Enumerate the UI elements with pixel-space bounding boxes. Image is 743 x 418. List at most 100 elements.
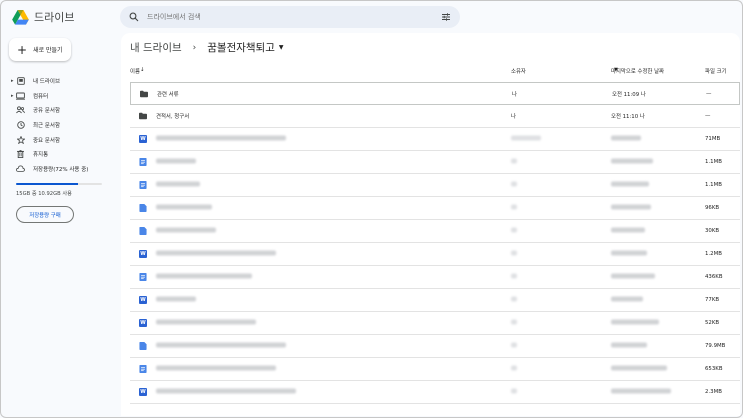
sidebar-item-label: 컴퓨터 — [33, 93, 49, 100]
file-row[interactable]: 96KB — [130, 197, 740, 220]
drive-logo-icon — [12, 9, 29, 25]
redacted-text — [611, 273, 655, 279]
redacted-text — [611, 135, 641, 141]
sidebar-item-computers[interactable]: ▸ 컴퓨터 — [11, 89, 119, 104]
cell-size: 1.2MB — [705, 251, 722, 257]
file-list: 관련 서류 나 오전 11:09 나 — 견적서, 청구서 나 오전 11:10 나 — W 71… — [130, 82, 740, 404]
google-docs-icon — [139, 181, 147, 189]
redacted-text — [156, 227, 216, 233]
cell-owner: 나 — [512, 91, 517, 98]
search-bar[interactable] — [120, 6, 460, 28]
cell-name — [156, 227, 216, 235]
word-file-icon: W — [139, 135, 147, 143]
google-docs-icon — [139, 365, 147, 373]
file-row[interactable]: W 1.2MB — [130, 243, 740, 266]
sidebar-item-label: 저장용량(72% 사용 중) — [33, 166, 89, 173]
file-row[interactable]: 1.1MB — [130, 174, 740, 197]
buy-storage-button[interactable]: 저장용량 구매 — [16, 206, 74, 223]
cell-name: 견적서, 청구서 — [156, 114, 190, 120]
cell-name: 관련 서류 — [157, 91, 179, 98]
cell-owner — [511, 388, 517, 396]
file-row[interactable]: W 71MB — [130, 128, 740, 151]
drive-window: 드라이브 + 새로 만들기 ▸ 내 드라이브 ▸ — [0, 0, 743, 418]
cell-name — [156, 296, 196, 304]
redacted-text — [156, 250, 276, 256]
computer-icon — [16, 91, 25, 100]
cell-name — [156, 319, 256, 327]
sort-arrow-icon[interactable]: ↓ — [140, 67, 145, 73]
redacted-text — [156, 273, 252, 279]
sidebar-item-trash[interactable]: 휴지통 — [11, 147, 119, 162]
shared-icon — [16, 106, 25, 115]
file-row[interactable]: W 52KB — [130, 312, 740, 335]
sort-caret-icon[interactable]: ▼ — [614, 67, 618, 73]
storage-usage-text: 15GB 중 10.92GB 사용 — [16, 191, 72, 197]
sidebar-item-starred[interactable]: 중요 문서함 — [11, 132, 119, 147]
search-input[interactable] — [147, 13, 435, 21]
file-icon — [139, 204, 147, 212]
word-file-icon: W — [139, 388, 147, 396]
search-options-icon[interactable] — [441, 12, 451, 22]
file-row[interactable]: W 77KB — [130, 289, 740, 312]
file-row[interactable]: 1.1MB — [130, 151, 740, 174]
cell-modified: 오전 11:09 나 — [612, 91, 646, 98]
folder-row[interactable]: 관련 서류 나 오전 11:09 나 — — [130, 82, 740, 105]
cell-size: 79.9MB — [705, 343, 726, 349]
file-icon — [139, 227, 147, 235]
my-drive-icon — [16, 77, 25, 86]
cell-size: — — [705, 113, 711, 119]
cell-size: 436KB — [705, 274, 723, 280]
redacted-text — [511, 319, 517, 325]
redacted-text — [156, 319, 256, 325]
redacted-text — [611, 296, 643, 302]
breadcrumb: 내 드라이브 › 꿈볼전자책퇴고 ▼ — [130, 40, 284, 55]
file-row[interactable]: 30KB — [130, 220, 740, 243]
cell-modified: 오전 11:10 나 — [611, 114, 645, 120]
sidebar-item-my-drive[interactable]: ▸ 내 드라이브 — [11, 74, 119, 89]
folder-row[interactable]: 견적서, 청구서 나 오전 11:10 나 — — [130, 105, 740, 128]
file-row[interactable]: 436KB — [130, 266, 740, 289]
cell-name — [156, 342, 286, 350]
cell-name — [156, 204, 212, 212]
cell-owner — [511, 227, 517, 235]
google-docs-icon — [139, 273, 147, 281]
cell-owner — [511, 204, 517, 212]
redacted-text — [511, 204, 517, 210]
cell-owner: 나 — [511, 114, 516, 120]
cell-size: 30KB — [705, 228, 720, 234]
header-size[interactable]: 파일 크기 — [705, 67, 727, 75]
search-icon[interactable] — [129, 12, 139, 22]
cell-owner — [511, 296, 517, 304]
cell-modified — [611, 342, 647, 350]
file-row[interactable]: 79.9MB — [130, 335, 740, 358]
cell-modified — [611, 388, 671, 396]
cell-size: 96KB — [705, 205, 720, 211]
sidebar-nav: ▸ 내 드라이브 ▸ 컴퓨터 공유 문서함 최근 문서함 중요 문서함 휴지통 … — [11, 74, 119, 176]
star-icon — [16, 135, 25, 144]
cell-size: 1.1MB — [705, 182, 722, 188]
folder-menu-caret-icon[interactable]: ▼ — [279, 44, 284, 51]
sidebar-item-shared[interactable]: 공유 문서함 — [11, 103, 119, 118]
sidebar-item-storage[interactable]: 저장용량(72% 사용 중) — [11, 162, 119, 177]
cell-owner — [511, 365, 517, 373]
google-docs-icon — [139, 158, 147, 166]
cell-modified — [611, 296, 643, 304]
cell-owner — [511, 135, 541, 143]
breadcrumb-current-folder[interactable]: 꿈볼전자책퇴고 — [207, 40, 275, 55]
header-owner[interactable]: 소유자 — [511, 67, 526, 75]
redacted-text — [156, 365, 276, 371]
file-row[interactable]: W 2.3MB — [130, 381, 740, 404]
new-button[interactable]: + 새로 만들기 — [9, 38, 71, 61]
redacted-text — [611, 181, 649, 187]
file-row[interactable]: 653KB — [130, 358, 740, 381]
drive-logo[interactable]: 드라이브 — [12, 9, 74, 25]
sidebar-item-label: 내 드라이브 — [33, 79, 61, 86]
storage-meter: 15GB 중 10.92GB 사용 — [16, 183, 102, 197]
redacted-text — [511, 181, 517, 187]
cell-owner — [511, 158, 517, 166]
folder-icon — [140, 90, 148, 97]
breadcrumb-my-drive[interactable]: 내 드라이브 — [130, 40, 182, 55]
cell-name — [156, 181, 200, 189]
cell-size: 2.3MB — [705, 389, 722, 395]
sidebar-item-recent[interactable]: 최근 문서함 — [11, 118, 119, 133]
